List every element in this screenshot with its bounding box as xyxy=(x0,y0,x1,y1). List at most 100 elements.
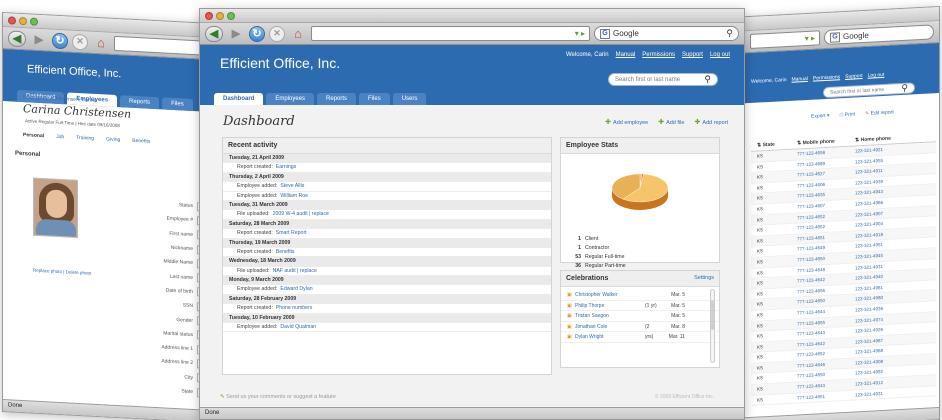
activity-item-row: Report created: Smart Report xyxy=(223,229,551,239)
subtab-training[interactable]: Training xyxy=(76,135,94,142)
report-table: ⇅ State ⇅ Mobile phone ⇅ Home phone KS 77… xyxy=(751,131,936,407)
page-title: Dashboard xyxy=(223,114,295,129)
activity-link[interactable]: Benefits xyxy=(276,249,295,255)
activity-link[interactable]: Earnings xyxy=(276,164,296,170)
add-report-button[interactable]: ✚ Add report xyxy=(694,118,728,126)
feedback-link[interactable]: ✎ Send us your comments or suggest a fea… xyxy=(220,394,336,400)
zoom-window-button[interactable] xyxy=(30,17,38,26)
stop-icon[interactable]: ✕ xyxy=(72,33,88,51)
permissions-link[interactable]: Permissions xyxy=(813,74,840,81)
field-label: Middle Name xyxy=(163,258,193,267)
employee-search-input[interactable]: Search first or last name ⚲ xyxy=(823,82,915,99)
search-icon[interactable]: ⚲ xyxy=(901,83,908,94)
celebration-years: (1 yr) xyxy=(645,302,657,309)
activity-date-row: Tuesday, 31 March 2009 xyxy=(223,200,551,211)
activity-link[interactable]: Edward Dylan xyxy=(280,286,312,292)
rss-icon[interactable]: ▾ ▸ xyxy=(575,29,585,38)
minimize-window-button[interactable] xyxy=(216,12,224,20)
zoom-window-button[interactable] xyxy=(227,12,235,20)
celebration-name[interactable]: Jonathan Cole xyxy=(575,322,645,332)
tab-files[interactable]: Files xyxy=(359,93,390,105)
activity-link[interactable]: David Qualman xyxy=(280,324,316,330)
stop-icon[interactable]: ✕ xyxy=(269,25,285,42)
title-bar xyxy=(200,9,744,23)
reload-icon[interactable]: ↻ xyxy=(249,25,265,42)
forward-arrow-icon[interactable]: ▶ xyxy=(227,26,245,42)
celebration-date: Mar. 5 xyxy=(671,292,685,298)
tab-employees[interactable]: Employees xyxy=(266,93,315,105)
activity-date-row: Wednesday, 18 March 2009 xyxy=(223,257,551,267)
back-arrow-icon[interactable]: ◀ xyxy=(205,25,223,42)
celebration-years xyxy=(645,290,659,300)
activity-link[interactable]: Steve Allis xyxy=(280,183,304,189)
celebration-date: Mar. 5 xyxy=(671,302,685,309)
edit-report-button[interactable]: ✎ Edit report xyxy=(865,109,894,117)
activity-text: Report created: xyxy=(237,305,273,312)
activity-item-row: Employee added: Edward Dylan xyxy=(223,285,551,295)
stat-item: 1 Client xyxy=(569,235,626,244)
logout-link[interactable]: Log out xyxy=(710,52,730,58)
minimize-window-button[interactable] xyxy=(19,16,27,26)
celebration-name[interactable]: Tristan Saegon xyxy=(575,311,645,321)
home-icon[interactable]: ⌂ xyxy=(92,34,110,51)
google-icon: G xyxy=(600,28,610,39)
address-bar[interactable]: ▾ ▸ xyxy=(750,30,820,49)
tab-files[interactable]: Files xyxy=(162,97,193,111)
stat-label: Regular Full-time xyxy=(585,254,625,260)
close-window-button[interactable] xyxy=(8,16,16,25)
add-employee-button[interactable]: ✚ Add employee xyxy=(605,118,648,126)
subtab-benefits[interactable]: Benefits xyxy=(132,138,150,145)
manual-link[interactable]: Manual xyxy=(616,52,636,58)
forward-arrow-icon[interactable]: ▶ xyxy=(30,31,48,48)
export-button[interactable]: Export ▾ xyxy=(811,113,829,120)
logout-link[interactable]: Log out xyxy=(868,72,885,79)
celebrations-scrollbar[interactable] xyxy=(710,289,715,363)
celebration-name[interactable]: Christopher Walker xyxy=(575,290,645,300)
manual-link[interactable]: Manual xyxy=(791,76,807,83)
recent-activity-panel: Recent activity Tuesday, 21 April 2009 Re… xyxy=(222,137,552,375)
activity-item-row: Report created: Benefits xyxy=(223,248,551,258)
address-bar[interactable]: ▾ ▸ xyxy=(311,26,590,41)
activity-link[interactable]: Phone numbers xyxy=(276,305,313,311)
personal-fields: StatusAEmployee #First nameCNicknameMidd… xyxy=(143,196,205,399)
activity-item-row: File uploaded: 2009 W-4 audit | replace xyxy=(223,210,551,220)
edit-icon: ✎ xyxy=(865,110,870,117)
subtab-giving[interactable]: Giving xyxy=(106,136,120,143)
reload-icon[interactable]: ↻ xyxy=(52,32,68,49)
settings-link[interactable]: Settings xyxy=(694,275,714,281)
browser-search[interactable]: G Google ⚲ xyxy=(594,26,739,41)
activity-date-row: Thursday, 2 April 2009 xyxy=(223,172,551,183)
home-icon[interactable]: ⌂ xyxy=(289,26,307,42)
activity-link[interactable]: William Roe xyxy=(280,193,308,199)
support-link[interactable]: Support xyxy=(845,73,863,80)
search-engine-label: Google xyxy=(613,29,639,38)
photo-links[interactable]: Replace photo | Delete photo xyxy=(33,268,91,276)
tab-dashboard[interactable]: Dashboard xyxy=(214,93,264,105)
activity-link[interactable]: NAF audit | replace xyxy=(273,268,317,274)
celebration-name[interactable]: Dylan Wright xyxy=(575,332,645,342)
back-arrow-icon[interactable]: ◀ xyxy=(8,29,26,47)
close-window-button[interactable] xyxy=(205,12,213,20)
employee-search-input[interactable]: Search first or last name ⚲ xyxy=(608,73,718,86)
subtab-personal[interactable]: Personal xyxy=(23,132,44,139)
activity-text: Employee added: xyxy=(237,183,278,190)
support-link[interactable]: Support xyxy=(682,52,703,58)
celebration-date: Mar. 8 xyxy=(671,323,685,330)
field-label: Gender xyxy=(176,316,193,324)
browser-search[interactable]: G Google xyxy=(824,24,934,46)
search-icon[interactable]: ⚲ xyxy=(726,28,733,39)
rss-icon[interactable]: ▾ ▸ xyxy=(805,34,815,44)
subtab-job[interactable]: Job xyxy=(56,134,64,140)
field-label: SSN xyxy=(182,302,193,310)
activity-date-row: Tuesday, 10 February 2009 xyxy=(223,313,551,324)
permissions-link[interactable]: Permissions xyxy=(642,52,675,58)
tab-users[interactable]: Users xyxy=(392,93,427,105)
print-button[interactable]: ⎙ Print xyxy=(839,111,855,118)
tab-reports[interactable]: Reports xyxy=(317,93,357,105)
add-file-button[interactable]: ✚ Add file xyxy=(658,118,684,126)
activity-link[interactable]: 2009 W-4 audit | replace xyxy=(273,211,329,217)
activity-link[interactable]: Smart Report xyxy=(276,230,307,236)
copyright: © 2009 Efficient Office Inc. xyxy=(654,394,714,400)
search-icon[interactable]: ⚲ xyxy=(704,74,711,85)
celebration-name[interactable]: Philip Thorpe xyxy=(575,301,645,311)
